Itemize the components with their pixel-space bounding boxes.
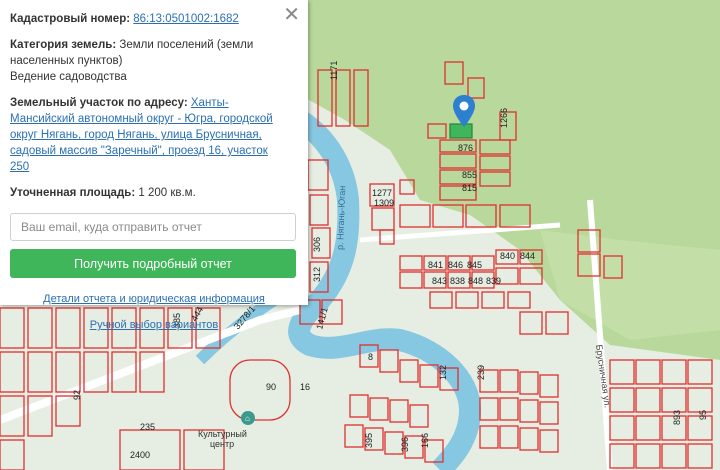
parcel-number-label: 893	[672, 410, 682, 425]
parcel-number-label: 846	[448, 260, 463, 270]
parcel-number-label: 876	[458, 143, 473, 153]
parcel-number-label: 1309	[374, 198, 394, 208]
cadastral-number-link[interactable]: 86:13:0501002:1682	[133, 13, 239, 25]
land-category-label: Категория земель:	[10, 39, 117, 51]
parcel-number-label: 396	[400, 437, 410, 452]
location-pin-icon[interactable]	[452, 94, 476, 128]
parcel-number-label: 838	[450, 276, 465, 286]
parcel-number-label: 855	[462, 170, 477, 180]
parcel-number-label: 395	[364, 433, 374, 448]
parcel-number-label: 16	[300, 382, 310, 392]
email-input[interactable]	[10, 213, 296, 241]
address-row: Земельный участок по адресу: Ханты-Манси…	[10, 95, 298, 175]
manual-selection-link[interactable]: Ручной выбор вариантов	[90, 319, 218, 331]
parcel-number-label: 92	[72, 390, 82, 400]
parcel-number-label: 95	[698, 410, 708, 420]
address-label: Земельный участок по адресу:	[10, 97, 188, 109]
parcel-number-label: 848	[468, 276, 483, 286]
parcel-number-label: 239	[476, 365, 486, 380]
cadastral-number-row: Кадастровый номер: 86:13:0501002:1682	[10, 11, 298, 27]
svg-text:⌂: ⌂	[245, 414, 250, 423]
land-usage-value: Ведение садоводства	[10, 71, 127, 83]
parcel-number-label: 8	[368, 352, 373, 362]
parcel-number-label: 235	[140, 422, 155, 432]
parcel-number-label: 839	[486, 276, 501, 286]
parcel-number-label: 166	[420, 433, 430, 448]
parcel-number-label: 312	[312, 267, 322, 282]
parcel-number-label: 844	[520, 251, 535, 261]
parcel-number-label: 90	[266, 382, 276, 392]
parcel-number-label: 1171	[329, 61, 339, 80]
close-icon[interactable]: ✕	[283, 3, 300, 25]
parcel-number-label: 843	[432, 276, 447, 286]
parcel-number-label: 815	[462, 183, 477, 193]
land-category-row: Категория земель: Земли поселений (земли…	[10, 37, 298, 85]
report-details-link[interactable]: Детали отчета и юридическая информация	[43, 293, 265, 305]
parcel-number-label: 841	[428, 260, 443, 270]
area-row: Уточненная площадь: 1 200 кв.м.	[10, 185, 298, 201]
area-label: Уточненная площадь:	[10, 187, 136, 199]
parcel-number-label: 2400	[130, 450, 150, 460]
parcel-number-label: 840	[500, 251, 515, 261]
parcel-info-panel: ✕ Кадастровый номер: 86:13:0501002:1682 …	[0, 0, 308, 331]
parcel-number-label: 1277	[372, 188, 392, 198]
map-label-culture-center-2: центр	[210, 439, 234, 449]
parcel-number-label: 132	[438, 365, 448, 380]
parcel-number-label: 306	[312, 237, 322, 252]
parcel-number-label: 845	[467, 260, 482, 270]
cadastral-number-label: Кадастровый номер:	[10, 13, 131, 25]
parcel-number-label: 1266	[499, 108, 509, 128]
get-report-button[interactable]: Получить подробный отчет	[10, 249, 296, 278]
map-label-culture-center-1: Культурный	[198, 429, 247, 439]
area-value: 1 200 кв.м.	[138, 187, 196, 199]
